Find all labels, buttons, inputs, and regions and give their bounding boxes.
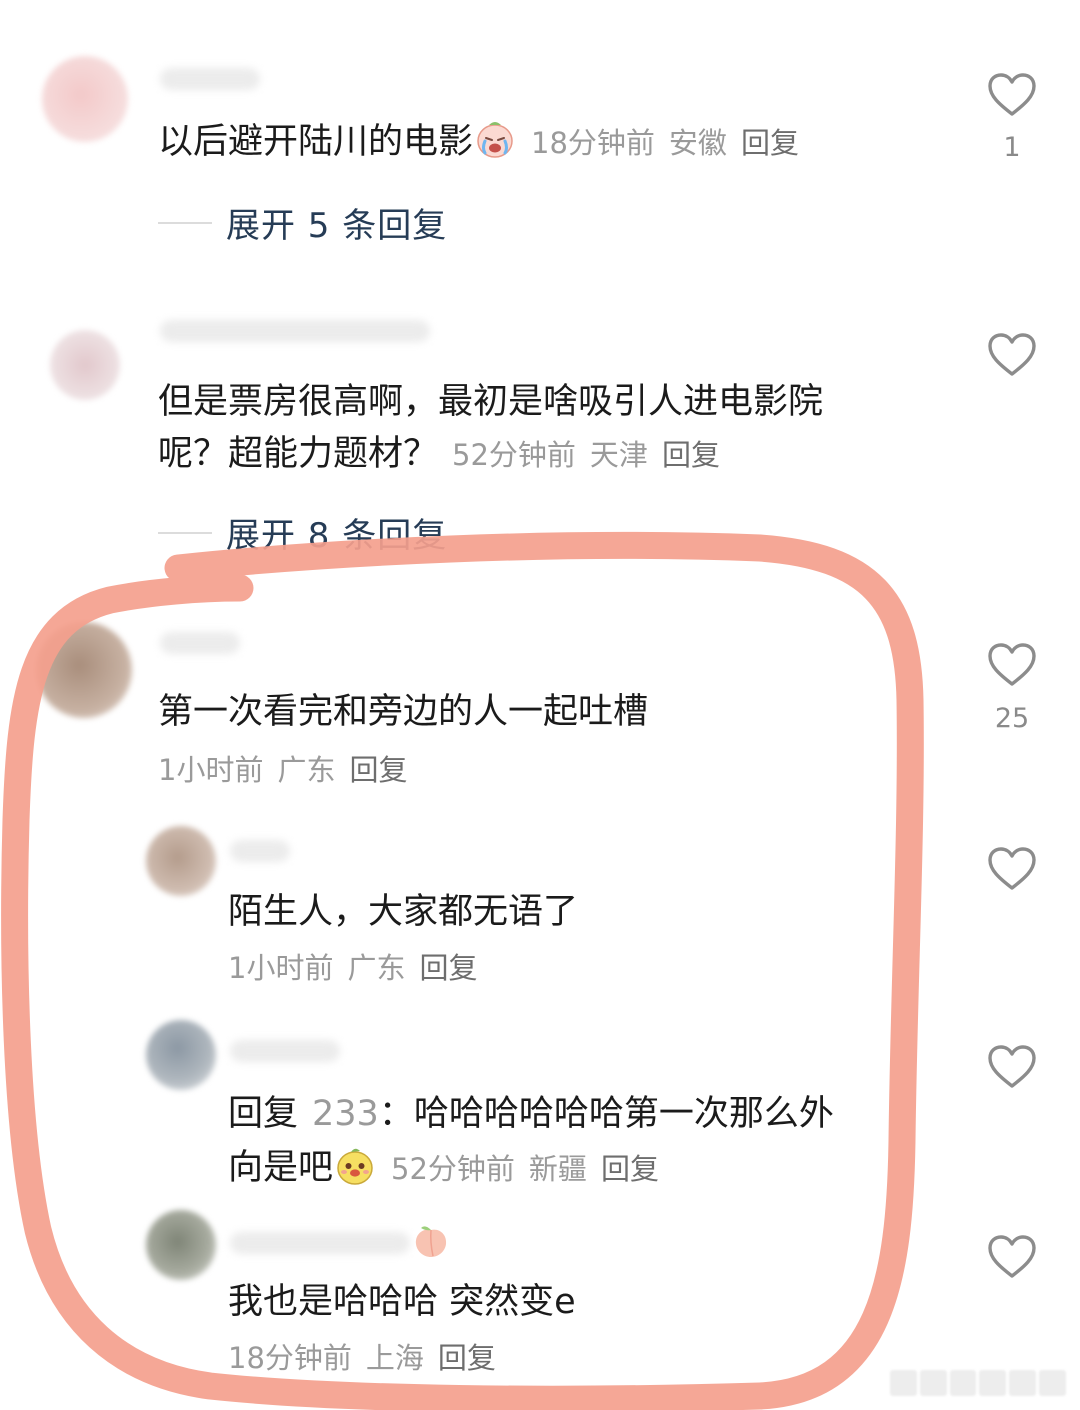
comment-time: 1小时前 — [158, 753, 264, 787]
heart-outline-icon[interactable] — [987, 332, 1037, 378]
expand-replies-button[interactable]: 展开 8 条回复 — [158, 508, 447, 557]
reply-prefix: 回复 — [228, 1094, 299, 1134]
reply-target-name[interactable]: 233 — [312, 1094, 379, 1134]
comment-time: 18分钟前 — [531, 126, 655, 160]
comment-time: 52分钟前 — [452, 438, 576, 472]
comment-text: 第一次看完和旁边的人一起吐槽 — [158, 692, 649, 732]
reply-text-line-2: 向是吧 52分钟前 新疆 回复 — [228, 1142, 659, 1195]
expand-replies-label: 展开 5 条回复 — [226, 206, 448, 246]
reply-button[interactable]: 回复 — [349, 753, 407, 787]
reply-text: 我也是哈哈哈 突然变e — [228, 1282, 576, 1322]
divider — [158, 221, 212, 224]
avatar[interactable] — [42, 56, 128, 142]
reply-location: 广东 — [347, 951, 406, 985]
like-count: 1 — [1003, 132, 1021, 163]
expand-replies-button[interactable]: 展开 5 条回复 — [158, 198, 447, 247]
crying-face-emoji — [477, 122, 513, 158]
heart-outline-icon[interactable] — [987, 72, 1037, 118]
heart-outline-icon[interactable] — [987, 1234, 1037, 1280]
username-blurred[interactable] — [160, 320, 430, 342]
reply-colon: ： — [378, 1094, 414, 1134]
comment-location: 安徽 — [668, 126, 727, 160]
reply-location: 上海 — [365, 1341, 424, 1375]
reply-text: 陌生人，大家都无语了 — [228, 892, 579, 932]
comment-location: 天津 — [589, 438, 648, 472]
avatar[interactable] — [146, 1020, 216, 1090]
like-count: 25 — [994, 703, 1030, 734]
reply-button[interactable]: 回复 — [419, 951, 477, 985]
heart-outline-icon[interactable] — [987, 642, 1037, 688]
reply-meta: 1小时前 广东 回复 — [228, 948, 477, 988]
reply-button[interactable]: 回复 — [601, 1152, 659, 1186]
reply-button[interactable]: 回复 — [741, 126, 799, 160]
reply-meta: 18分钟前 上海 回复 — [228, 1338, 496, 1378]
reply-time: 18分钟前 — [228, 1341, 352, 1375]
comment-text-line-1: 但是票房很高啊，最初是啥吸引人进电影院 — [158, 382, 824, 422]
reply-time: 1小时前 — [228, 951, 334, 985]
comment-meta: 1小时前 广东 回复 — [158, 750, 407, 790]
reply-button[interactable]: 回复 — [438, 1341, 496, 1375]
heart-outline-icon[interactable] — [987, 846, 1037, 892]
reply-time: 52分钟前 — [391, 1152, 515, 1186]
avatar[interactable] — [146, 1210, 216, 1280]
divider — [158, 531, 212, 534]
username-blurred[interactable] — [160, 632, 240, 654]
avatar[interactable] — [36, 622, 132, 718]
heart-outline-icon[interactable] — [987, 1044, 1037, 1090]
peach-emoji — [415, 1226, 447, 1257]
comment-location: 广东 — [277, 753, 336, 787]
expand-replies-label: 展开 8 条回复 — [226, 516, 448, 556]
avatar[interactable] — [50, 330, 120, 400]
avatar[interactable] — [146, 826, 216, 896]
username-blurred[interactable] — [230, 840, 290, 862]
username-blurred[interactable] — [230, 1040, 340, 1062]
reply-location: 新疆 — [528, 1152, 587, 1186]
reply-text-line-1: 回复 233：哈哈哈哈哈哈第一次那么外 — [228, 1094, 834, 1134]
smiling-fruit-emoji — [337, 1148, 373, 1185]
reply-button[interactable]: 回复 — [662, 438, 720, 472]
comment-text: 以后避开陆川的电影 18分钟前 安徽 回复 — [158, 116, 799, 169]
comment-text-line-2: 呢？超能力题材？ 52分钟前 天津 回复 — [158, 434, 720, 474]
blurred-bottom-bar — [890, 1370, 1066, 1396]
username-blurred[interactable] — [160, 68, 260, 90]
username-blurred[interactable] — [230, 1232, 410, 1254]
